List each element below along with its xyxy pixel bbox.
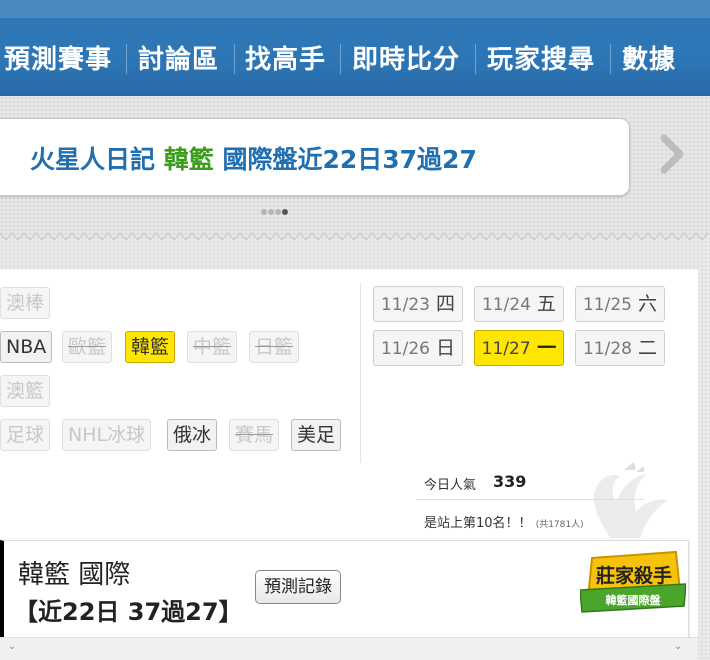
date-label: 11/27 [481, 339, 531, 359]
date-button-1127-selected[interactable]: 11/27 一 [474, 330, 564, 366]
nav-separator [234, 44, 235, 74]
chevron-down-icon: ⌄ [674, 641, 683, 652]
date-button-1123[interactable]: 11/23 四 [373, 286, 463, 322]
nav-item-player-search[interactable]: 玩家搜尋 [487, 40, 595, 80]
badge-title: 莊家殺手 [596, 564, 672, 587]
chevron-down-icon: ⌄ [8, 641, 17, 652]
date-button-1125[interactable]: 11/25 六 [575, 286, 665, 322]
date-button-1126[interactable]: 11/26 日 [373, 330, 463, 366]
date-label: 11/24 [481, 295, 531, 315]
weekday-label: 二 [638, 337, 658, 359]
carousel-dot-active[interactable] [282, 209, 288, 215]
nav-item-live-scores[interactable]: 即時比分 [352, 40, 460, 80]
nav-separator [475, 44, 476, 74]
sport-tag-soccer: 足球 [0, 419, 51, 451]
date-button-1124[interactable]: 11/24 五 [474, 286, 564, 322]
prediction-history-button[interactable]: 預測記錄 [255, 570, 341, 604]
nav-item-find-experts[interactable]: 找高手 [245, 40, 326, 80]
banner-record: 國際盤近22日37過27 [222, 145, 477, 174]
record-card-title: 韓籃 國際 [18, 560, 131, 590]
sport-tag-euro-basketball: 歐籃 [62, 331, 113, 363]
chevron-right-icon[interactable] [656, 134, 688, 174]
sport-tag-russian-hockey[interactable]: 俄冰 [167, 419, 218, 451]
popularity-divider [416, 499, 644, 500]
weekday-label: 一 [537, 337, 557, 359]
sport-tag-american-football[interactable]: 美足 [291, 419, 342, 451]
date-button-1128[interactable]: 11/28 二 [575, 330, 665, 366]
nav-item-predictions[interactable]: 預測賽事 [4, 40, 112, 80]
weekday-label: 五 [537, 293, 557, 315]
record-card-stats: 【近22日 37過27】 [14, 598, 243, 626]
date-label: 11/28 [582, 339, 632, 359]
carousel-dot[interactable] [275, 209, 281, 215]
nav-separator [126, 44, 127, 74]
weekday-label: 六 [638, 293, 658, 315]
banner-headline[interactable]: 火星人日記 韓籃 國際盤近22日37過27 [30, 140, 477, 176]
sport-tag-nba[interactable]: NBA [0, 331, 53, 363]
weekday-label: 四 [436, 293, 456, 315]
carousel-dot[interactable] [268, 209, 274, 215]
sport-tag-nhl-hockey: NHL冰球 [62, 419, 152, 451]
list-footer-bar [0, 637, 698, 660]
banner-author: 火星人日記 [30, 145, 156, 174]
rank-text: 是站上第10名！！ (共1781人) [424, 512, 584, 531]
zigzag-divider [0, 231, 709, 242]
weekday-label: 日 [436, 337, 456, 359]
nav-item-forum[interactable]: 討論區 [138, 40, 219, 80]
rank-main: 是站上第10名！！ [424, 516, 532, 531]
sport-tag-korea-basketball[interactable]: 韓籃 [125, 331, 176, 363]
sport-tag-aus-baseball: 澳棒 [0, 287, 51, 319]
popularity-value: 339 [493, 472, 527, 491]
bookmaker-killer-badge: 莊家殺手 韓籃國際盤 [580, 550, 686, 613]
carousel-pagination-dots[interactable] [261, 200, 289, 219]
banner-league: 韓籃 [163, 145, 214, 174]
rank-total: (共1781人) [535, 520, 584, 530]
date-label: 11/26 [380, 339, 430, 359]
date-label: 11/23 [380, 295, 430, 315]
nav-separator [610, 44, 611, 74]
date-label: 11/25 [582, 295, 632, 315]
sport-tag-china-basketball: 中籃 [187, 331, 238, 363]
sport-tag-aus-basketball: 澳籃 [0, 375, 51, 407]
nav-separator [340, 44, 341, 74]
sport-tag-japan-basketball: 日籃 [249, 331, 300, 363]
carousel-dot[interactable] [261, 209, 267, 215]
nav-item-data[interactable]: 數據 [622, 40, 676, 80]
panel-divider [360, 283, 361, 463]
badge-subtitle: 韓籃國際盤 [606, 593, 662, 607]
popularity-label: 今日人氣 [424, 478, 477, 493]
sport-tag-horse-racing: 賽馬 [229, 419, 280, 451]
status-strip [0, 0, 710, 18]
